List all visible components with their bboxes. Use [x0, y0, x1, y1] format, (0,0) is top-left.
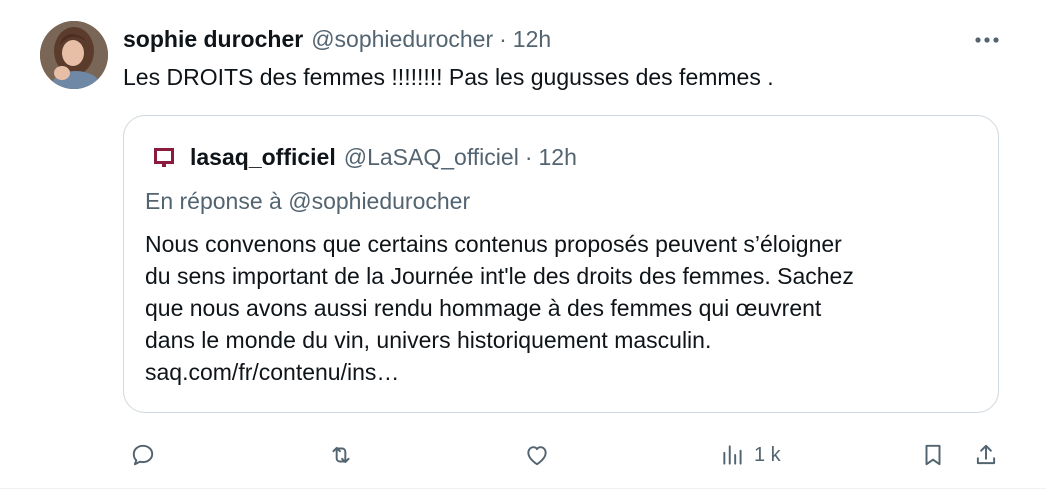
like-button[interactable] — [524, 430, 550, 480]
action-bar: 1 k — [0, 430, 1046, 480]
quoted-link[interactable]: saq.com/fr/contenu/ins… — [145, 356, 985, 388]
quoted-text-line: du sens important de la Journée int'le d… — [145, 263, 854, 289]
views-button[interactable]: 1 k — [720, 430, 781, 480]
quoted-author-name[interactable]: lasaq_officiel — [190, 144, 336, 171]
tweet-text: Les DROITS des femmes !!!!!!!! Pas les g… — [123, 64, 774, 90]
quoted-tweet[interactable]: lasaq_officiel @LaSAQ_officiel · 12h En … — [123, 115, 999, 413]
heart-icon — [527, 446, 547, 466]
tweet-header: sophie durocher @sophiedurocher · 12h — [123, 24, 551, 54]
author-name[interactable]: sophie durocher — [123, 26, 303, 53]
quoted-text-line: Nous convenons que certains contenus pro… — [145, 231, 842, 257]
saq-logo-icon — [154, 147, 174, 167]
retweet-icon — [332, 446, 350, 464]
quoted-tweet-header: lasaq_officiel @LaSAQ_officiel · 12h — [154, 144, 577, 171]
quoted-text-line: que nous avons aussi rendu hommage à des… — [145, 295, 822, 321]
reply-button[interactable] — [130, 430, 156, 480]
bookmark-button[interactable] — [920, 430, 946, 480]
reply-to-handle[interactable]: @sophiedurocher — [288, 188, 470, 214]
share-button[interactable] — [973, 430, 999, 480]
avatar-photo — [40, 21, 108, 89]
more-horizontal-icon — [975, 37, 999, 43]
avatar[interactable] — [40, 21, 108, 89]
author-handle[interactable]: @sophiedurocher — [311, 26, 493, 53]
reply-context: En réponse à @sophiedurocher — [145, 188, 470, 215]
separator-dot: · — [499, 25, 507, 52]
bookmark-icon — [925, 444, 941, 466]
separator-dot: · — [524, 144, 533, 170]
share-icon — [976, 444, 996, 465]
reply-icon — [132, 444, 154, 466]
tweet-time[interactable]: 12h — [513, 26, 551, 53]
divider — [0, 488, 1046, 489]
quoted-tweet-text: Nous convenons que certains contenus pro… — [145, 228, 985, 388]
quoted-tweet-time[interactable]: 12h — [538, 144, 576, 171]
views-chart-icon — [723, 445, 742, 465]
views-count: 1 k — [754, 443, 781, 466]
tweet-card[interactable]: sophie durocher @sophiedurocher · 12h Le… — [0, 0, 1046, 498]
more-options-button[interactable] — [970, 26, 1004, 54]
retweet-button[interactable] — [328, 430, 354, 480]
quoted-text-line: dans le monde du vin, univers historique… — [145, 327, 712, 353]
reply-prefix: En réponse à — [145, 188, 282, 214]
quoted-author-handle[interactable]: @LaSAQ_officiel — [344, 144, 519, 171]
